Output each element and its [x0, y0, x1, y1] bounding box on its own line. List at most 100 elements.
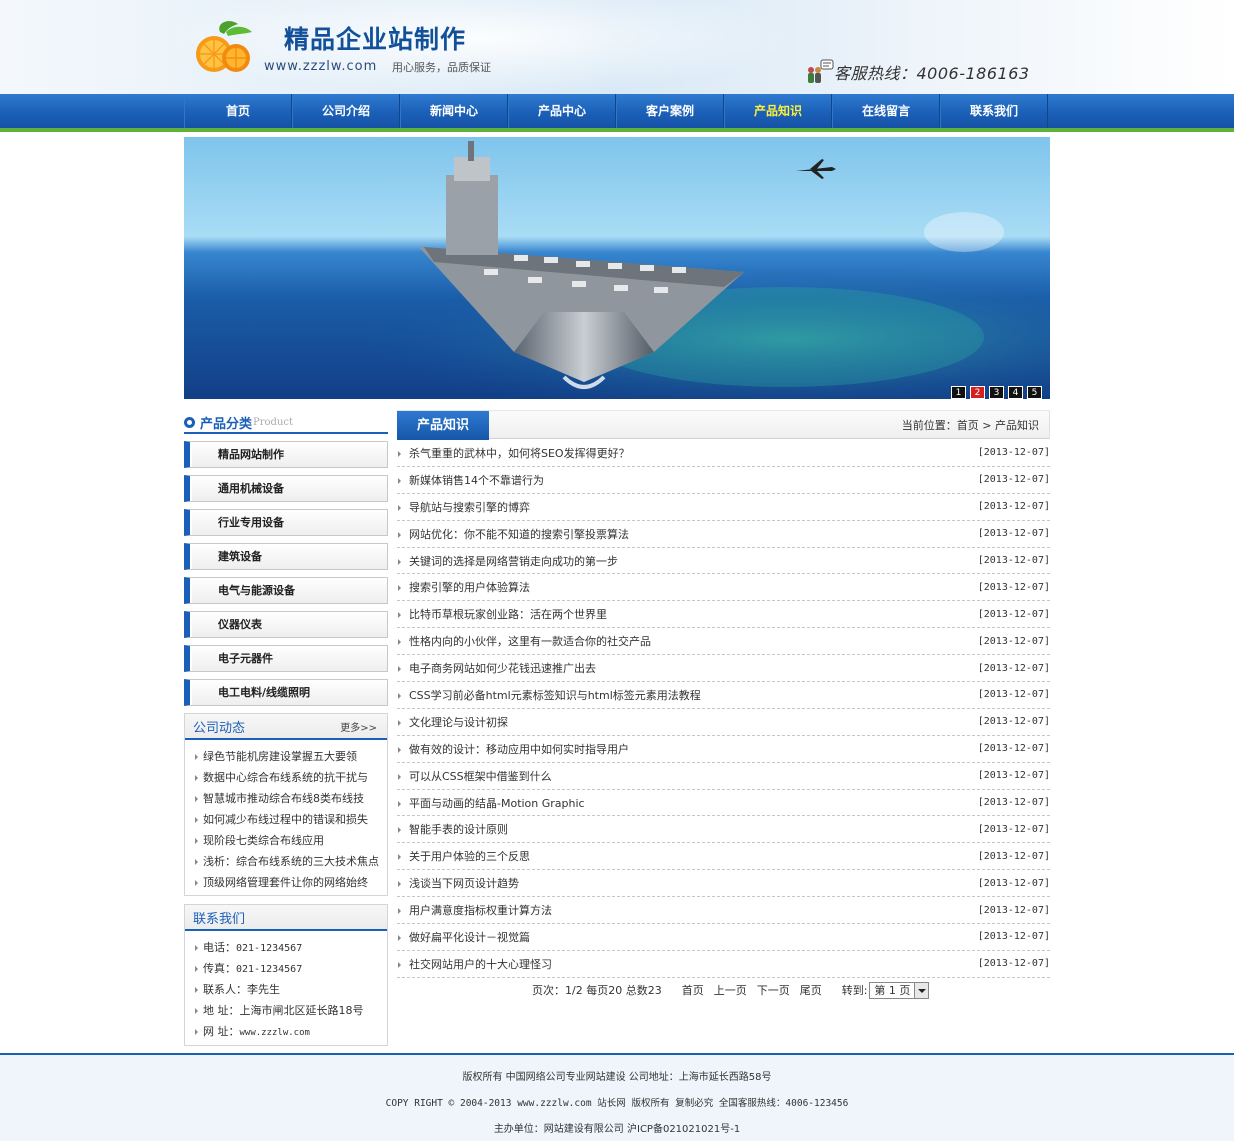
contact-website[interactable]: 网 址：www.zzzlw.com: [193, 1021, 387, 1042]
category-list: 精品网站制作 通用机械设备 行业专用设备 建筑设备 电气与能源设备 仪器仪表 电…: [184, 441, 388, 713]
hotline: 客服热线：4006-186163: [804, 58, 1030, 86]
breadcrumb-home[interactable]: 首页: [957, 419, 979, 432]
company-news-more-link[interactable]: 更多>>: [340, 719, 377, 734]
article-row[interactable]: 浅谈当下网页设计趋势 [2013-12-07]: [397, 870, 1050, 898]
contact-person: 联系人：李先生: [193, 979, 387, 1000]
nav-accent-bar: [0, 128, 1234, 132]
site-slogan: 用心服务，品质保证: [392, 61, 491, 74]
company-news-box: 公司动态 更多>> 绿色节能机房建设掌握五大要领 数据中心综合布线系统的抗干扰与…: [184, 713, 388, 896]
nav-item-about[interactable]: 公司介绍: [292, 94, 400, 128]
contact-header: 联系我们: [185, 905, 387, 931]
banner-dot[interactable]: 1: [951, 386, 966, 399]
category-title-text: 产品分类: [200, 416, 253, 432]
article-list: 杀气重重的武林中，如何将SEO发挥得更好？ [2013-12-07] 新媒体销售1…: [397, 440, 1050, 978]
circle-bullet-icon: [184, 416, 195, 428]
category-item[interactable]: 建筑设备: [184, 543, 388, 570]
pagination-prev[interactable]: 上一页: [714, 982, 747, 998]
category-title: 产品分类 Product: [184, 412, 388, 434]
pagination-goto-label: 转到:: [841, 984, 868, 997]
header-glow: [160, 0, 800, 94]
category-item[interactable]: 电工电料/线缆照明: [184, 679, 388, 706]
footer-rights: COPY RIGHT © 2004-2013 www.zzzlw.com 站长网…: [385, 1098, 849, 1109]
pagination-first[interactable]: 首页: [682, 982, 704, 998]
banner-dot[interactable]: 4: [1008, 386, 1023, 399]
category-item[interactable]: 精品网站制作: [184, 441, 388, 468]
main-nav: 首页 公司介绍 新闻中心 产品中心 客户案例 产品知识 在线留言 联系我们: [0, 94, 1234, 128]
company-news-item[interactable]: 如何减少布线过程中的错误和损失: [193, 809, 387, 830]
aircraft-carrier-image: [184, 141, 1050, 399]
site-header: 精品企业站制作 www.zzzlw.com 用心服务，品质保证 客服热线：400…: [0, 0, 1234, 94]
article-row[interactable]: 可以从CSS框架中借鉴到什么 [2013-12-07]: [397, 763, 1050, 790]
footer-copyright: 版权所有 中国网络公司专业网站建设 公司地址：上海市延长西路58号: [462, 1072, 772, 1083]
chevron-down-icon[interactable]: [914, 982, 929, 998]
pagination-info: 页次：1/2 每页20 总数23: [532, 984, 662, 997]
company-news-item[interactable]: 现阶段七类综合布线应用: [193, 830, 387, 851]
tab-product-knowledge[interactable]: 产品知识: [397, 411, 489, 440]
company-news-item[interactable]: 智慧城市推动综合布线8类布线技: [193, 788, 387, 809]
breadcrumb-separator: >: [982, 419, 992, 432]
orange-logo-icon[interactable]: [190, 18, 256, 74]
article-row[interactable]: 关键词的选择是网络营销走向成功的第一步 [2013-12-07]: [397, 548, 1050, 575]
footer-icp: 主办单位：网站建设有限公司 沪ICP备021021021号-1: [493, 1124, 741, 1135]
breadcrumb-current: 产品知识: [995, 419, 1039, 432]
pagination: 页次：1/2 每页20 总数23 首页 上一页 下一页 尾页 转到: 第 1 页: [397, 980, 1050, 1000]
breadcrumb: 当前位置：首页 > 产品知识: [901, 419, 1039, 432]
nav-item-knowledge[interactable]: 产品知识: [724, 94, 832, 128]
banner-pagination: 1 2 3 4 5: [951, 386, 1042, 399]
content-header: 产品知识 当前位置：首页 > 产品知识: [397, 410, 1050, 440]
article-row[interactable]: 比特币草根玩家创业路：活在两个世界里 [2013-12-07]: [397, 601, 1050, 629]
page-select-value: 第 1 页: [874, 984, 911, 997]
company-news-item[interactable]: 绿色节能机房建设掌握五大要领: [193, 746, 387, 767]
customer-service-icon: [808, 59, 834, 83]
category-item[interactable]: 行业专用设备: [184, 509, 388, 536]
category-item[interactable]: 仪器仪表: [184, 611, 388, 638]
company-news-item[interactable]: 顶级网络管理套件让你的网络始终: [193, 872, 387, 893]
company-news-item[interactable]: 浅析：综合布线系统的三大技术焦点: [193, 851, 387, 872]
site-footer: 版权所有 中国网络公司专业网站建设 公司地址：上海市延长西路58号 COPY R…: [0, 1053, 1234, 1141]
category-item[interactable]: 通用机械设备: [184, 475, 388, 502]
category-title-en: Product: [253, 416, 294, 428]
nav-item-news[interactable]: 新闻中心: [400, 94, 508, 128]
article-row[interactable]: 智能手表的设计原则 [2013-12-07]: [397, 816, 1050, 844]
article-row[interactable]: 关于用户体验的三个反思 [2013-12-07]: [397, 843, 1050, 871]
article-row[interactable]: 搜索引擎的用户体验算法 [2013-12-07]: [397, 574, 1050, 602]
article-row[interactable]: 用户满意度指标权重计算方法 [2013-12-07]: [397, 897, 1050, 925]
contact-box: 联系我们 电话：021-1234567 传真：021-1234567 联系人：李…: [184, 904, 388, 1046]
pagination-last[interactable]: 尾页: [800, 982, 822, 998]
pagination-next[interactable]: 下一页: [757, 982, 790, 998]
banner-slideshow[interactable]: 1 2 3 4 5: [184, 137, 1050, 399]
contact-address: 地 址：上海市闸北区延长路18号: [193, 1000, 387, 1021]
category-item[interactable]: 电气与能源设备: [184, 577, 388, 604]
article-row[interactable]: 导航站与搜索引擎的博弈 [2013-12-07]: [397, 494, 1050, 521]
contact-fax: 传真：021-1234567: [193, 958, 387, 979]
article-row[interactable]: 电子商务网站如何少花钱迅速推广出去 [2013-12-07]: [397, 655, 1050, 683]
article-row[interactable]: 新媒体销售14个不靠谱行为 [2013-12-07]: [397, 467, 1050, 494]
banner-dot[interactable]: 3: [989, 386, 1004, 399]
article-row[interactable]: 网站优化：你不能不知道的搜索引擎投票算法 [2013-12-07]: [397, 521, 1050, 548]
article-row[interactable]: 做好扁平化设计－视觉篇 [2013-12-07]: [397, 924, 1050, 951]
company-news-item[interactable]: 数据中心综合布线系统的抗干扰与: [193, 767, 387, 788]
nav-item-message[interactable]: 在线留言: [832, 94, 940, 128]
company-news-title: 公司动态: [193, 720, 246, 736]
page-select[interactable]: 第 1 页: [869, 981, 930, 999]
article-row[interactable]: 杀气重重的武林中，如何将SEO发挥得更好？ [2013-12-07]: [397, 440, 1050, 467]
article-row[interactable]: 性格内向的小伙伴，这里有一款适合你的社交产品 [2013-12-07]: [397, 628, 1050, 656]
article-row[interactable]: 平面与动画的结晶-Motion Graphic [2013-12-07]: [397, 790, 1050, 817]
contact-phone: 电话：021-1234567: [193, 937, 387, 958]
article-row[interactable]: CSS学习前必备html元素标签知识与html标签元素用法教程 [2013-12-…: [397, 682, 1050, 709]
contact-title: 联系我们: [193, 911, 246, 927]
company-news-header: 公司动态 更多>>: [185, 714, 387, 740]
banner-dot-active[interactable]: 2: [970, 386, 985, 399]
article-row[interactable]: 文化理论与设计初探 [2013-12-07]: [397, 709, 1050, 736]
nav-item-home[interactable]: 首页: [184, 94, 292, 128]
banner-dot[interactable]: 5: [1027, 386, 1042, 399]
nav-item-cases[interactable]: 客户案例: [616, 94, 724, 128]
nav-item-products[interactable]: 产品中心: [508, 94, 616, 128]
hotline-text: 客服热线：4006-186163: [834, 64, 1030, 83]
nav-item-contact[interactable]: 联系我们: [940, 94, 1048, 128]
site-title[interactable]: 精品企业站制作: [284, 20, 466, 56]
article-row[interactable]: 做有效的设计：移动应用中如何实时指导用户 [2013-12-07]: [397, 736, 1050, 763]
site-url: www.zzzlw.com: [264, 59, 378, 74]
article-row[interactable]: 社交网站用户的十大心理怪习 [2013-12-07]: [397, 951, 1050, 978]
category-item[interactable]: 电子元器件: [184, 645, 388, 672]
